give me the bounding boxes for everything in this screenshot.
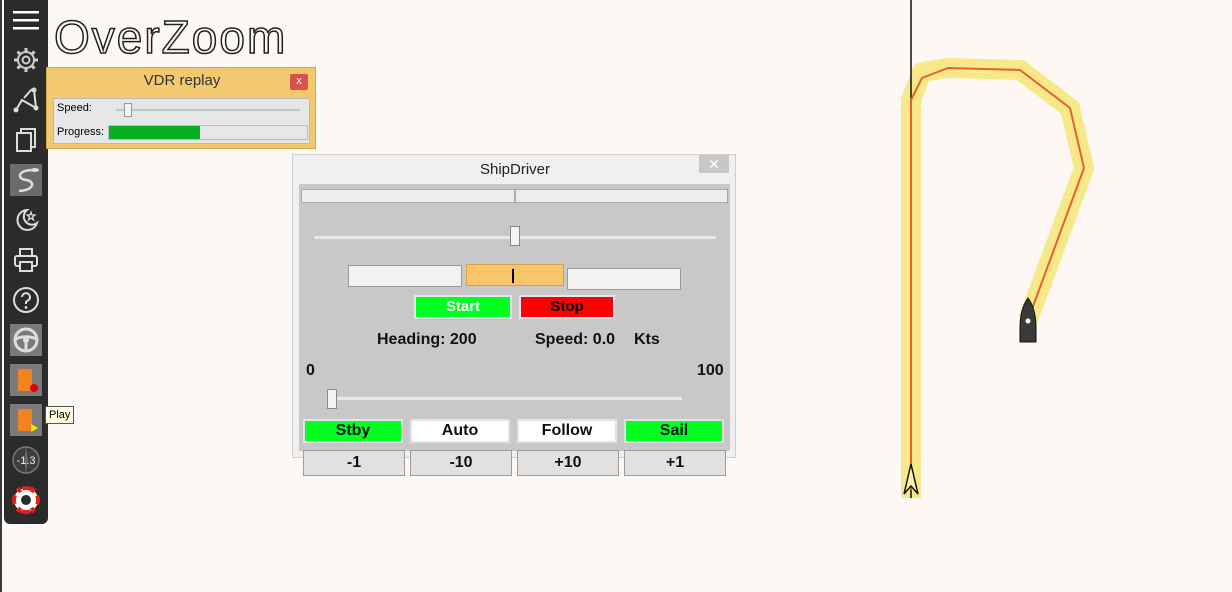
route-icon[interactable]	[10, 84, 42, 116]
vdr-title: VDR replay	[143, 72, 221, 89]
field-right[interactable]	[567, 268, 681, 290]
documents-icon[interactable]	[10, 124, 42, 156]
vdr-progress-bar	[108, 125, 308, 140]
ship-track	[901, 0, 1094, 498]
compass-icon[interactable]: -1.3	[10, 444, 42, 476]
printer-icon[interactable]	[10, 244, 42, 276]
gain-min-label: 0	[306, 362, 315, 379]
step-plus10-button[interactable]: +10	[517, 450, 619, 476]
gain-slider[interactable]	[327, 389, 337, 409]
track-icon[interactable]	[10, 164, 42, 196]
field-left[interactable]	[348, 265, 462, 287]
vdr-record-icon[interactable]	[10, 364, 42, 396]
step-plus1-button[interactable]: +1	[624, 450, 726, 476]
vdr-play-icon[interactable]	[10, 404, 42, 436]
gain-slider-track	[332, 397, 682, 400]
shipdriver-title: ShipDriver	[479, 161, 551, 178]
mode-sail-button[interactable]: Sail	[624, 419, 724, 443]
compass-label: -1.3	[17, 455, 36, 467]
track-line	[910, 66, 1086, 490]
text-caret	[512, 269, 514, 283]
step-minus1-button[interactable]: -1	[303, 450, 405, 476]
toolbar: -1.3	[4, 0, 48, 524]
vdr-replay-window: VDR replay x Speed: Progress:	[46, 67, 316, 149]
mode-auto-button[interactable]: Auto	[410, 419, 510, 443]
shipdriver-body: Start Stop Heading: 200 Speed: 0.0 Kts 0…	[299, 184, 730, 476]
vdr-close-button[interactable]: x	[290, 74, 308, 90]
heading-readout: Heading: 200	[377, 331, 477, 348]
moon-star-icon[interactable]	[10, 204, 42, 236]
shipdriver-window: ShipDriver ✕ Start Stop Heading: 200 Spe…	[292, 154, 736, 476]
track-halo	[901, 58, 1094, 498]
vdr-progress-label: Progress:	[57, 126, 105, 138]
play-tooltip: Play	[45, 406, 75, 424]
top-field-right	[515, 189, 728, 203]
shipdriver-close-button[interactable]: ✕	[699, 155, 729, 173]
step-minus10-button[interactable]: -10	[410, 450, 512, 476]
gain-max-label: 100	[697, 362, 724, 379]
steering-wheel-icon[interactable]	[10, 324, 42, 356]
mode-stby-button[interactable]: Stby	[303, 419, 403, 443]
vdr-body: Speed: Progress:	[53, 98, 310, 144]
speed-unit: Kts	[634, 331, 660, 348]
vdr-speed-label: Speed:	[57, 102, 92, 114]
hamburger-menu-icon[interactable]	[10, 4, 42, 36]
left-edge	[0, 0, 2, 592]
lifebuoy-icon[interactable]	[10, 484, 42, 516]
vdr-speed-slider[interactable]	[124, 103, 132, 117]
start-button[interactable]: Start	[414, 295, 512, 319]
speed-readout: Speed: 0.0	[535, 331, 616, 348]
help-icon[interactable]	[10, 284, 42, 316]
vdr-speed-track	[116, 109, 300, 111]
gear-icon[interactable]	[10, 44, 42, 76]
mode-follow-button[interactable]: Follow	[517, 419, 617, 443]
rudder-slider[interactable]	[510, 226, 520, 246]
stop-button[interactable]: Stop	[519, 295, 615, 319]
overzoom-watermark: OverZoom	[53, 10, 288, 64]
top-field-left	[301, 189, 515, 203]
field-center[interactable]	[466, 264, 564, 286]
vdr-progress-fill	[109, 126, 200, 139]
